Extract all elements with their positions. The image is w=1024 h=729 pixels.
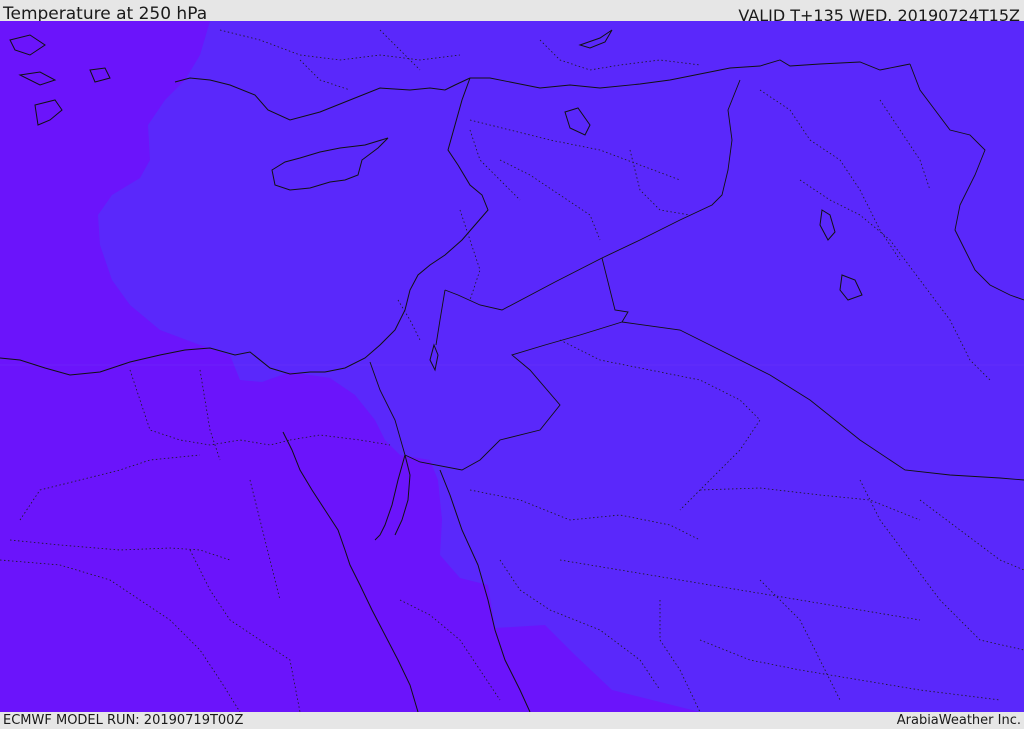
credit: ArabiaWeather Inc.: [896, 713, 1021, 728]
model-run: ECMWF MODEL RUN: 20190719T00Z: [3, 713, 244, 728]
map-panel: [0, 21, 1024, 712]
